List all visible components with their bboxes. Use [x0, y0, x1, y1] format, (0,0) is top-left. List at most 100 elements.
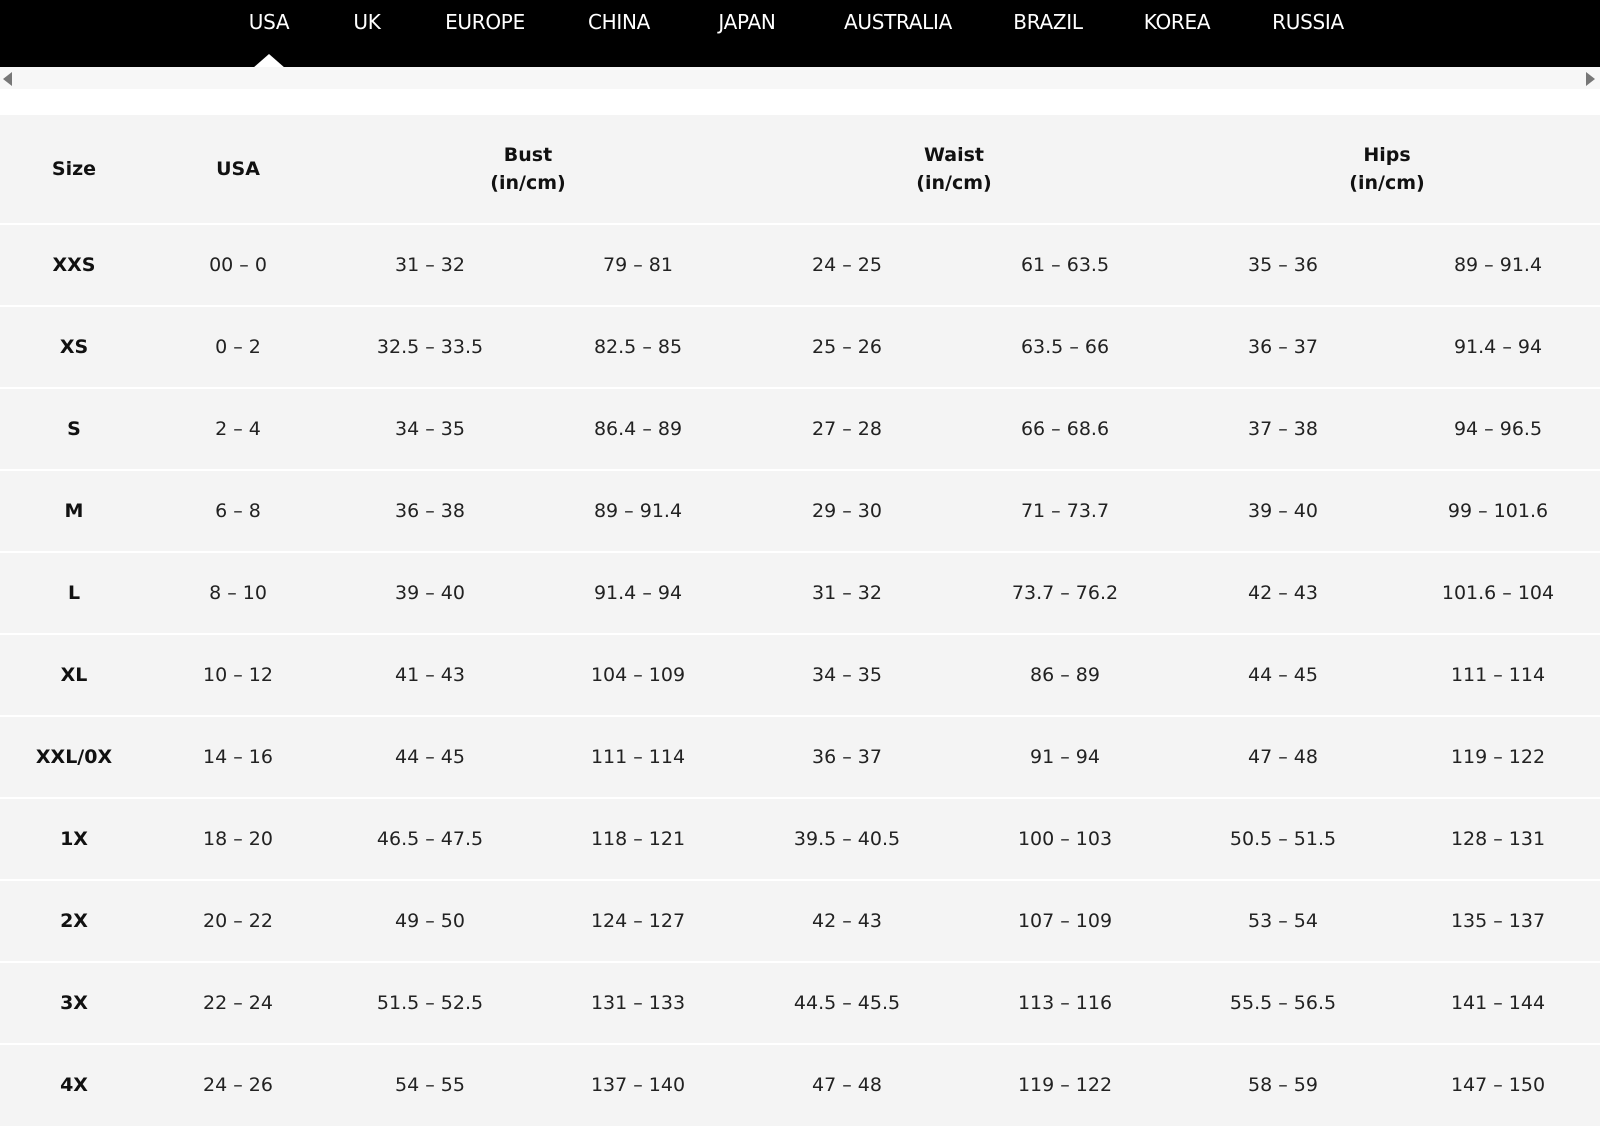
bust-cm-cell: 124 – 127	[590, 910, 686, 932]
waist-in-cell: 42 – 43	[812, 910, 882, 932]
tab-japan[interactable]: JAPAN	[718, 6, 775, 38]
table-row: L 8 – 10 39 – 40 91.4 – 94 31 – 32 73.7 – 76.…	[0, 551, 1600, 633]
waist-cm-cell: 113 – 116	[1017, 992, 1113, 1014]
usa-size-cell: 18 – 20	[203, 828, 273, 850]
tab-australia[interactable]: AUSTRALIA	[844, 6, 952, 38]
table-row: 3X 22 – 24 51.5 – 52.5 131 – 133 44.5 – 45.5…	[0, 961, 1600, 1043]
hips-cm-cell: 141 – 144	[1450, 992, 1546, 1014]
hips-in-cell: 58 – 59	[1248, 1074, 1318, 1096]
bust-cm-cell: 91.4 – 94	[593, 582, 683, 604]
waist-in-cell: 36 – 37	[812, 746, 882, 768]
usa-size-cell: 24 – 26	[203, 1074, 273, 1096]
size-cell: XXL/0X	[35, 746, 113, 768]
bust-in-cell: 32.5 – 33.5	[376, 336, 484, 358]
header-hips-title: Hips	[1363, 144, 1411, 166]
usa-size-cell: 8 – 10	[209, 582, 267, 604]
waist-cm-cell: 91 – 94	[1030, 746, 1100, 768]
waist-cm-cell: 86 – 89	[1030, 664, 1100, 686]
tab-brazil[interactable]: BRAZIL	[1013, 6, 1083, 38]
bust-in-cell: 44 – 45	[395, 746, 465, 768]
hips-cm-cell: 111 – 114	[1450, 664, 1546, 686]
bust-cm-cell: 111 – 114	[590, 746, 686, 768]
hips-in-cell: 39 – 40	[1248, 500, 1318, 522]
hips-cm-cell: 128 – 131	[1450, 828, 1546, 850]
region-tab-bar: USA UK EUROPE CHINA JAPAN AUSTRALIA BRAZ…	[0, 0, 1600, 68]
hips-in-cell: 55.5 – 56.5	[1229, 992, 1337, 1014]
waist-cm-cell: 100 – 103	[1017, 828, 1113, 850]
usa-size-cell: 00 – 0	[209, 254, 267, 276]
hips-in-cell: 42 – 43	[1248, 582, 1318, 604]
tab-china[interactable]: CHINA	[588, 6, 650, 38]
hips-in-cell: 47 – 48	[1248, 746, 1318, 768]
size-chart-table: Size USA Bust (in/cm) Waist (in/cm) Hips…	[0, 115, 1600, 1126]
size-cell: S	[67, 418, 81, 440]
hips-cm-cell: 147 – 150	[1450, 1074, 1546, 1096]
hips-cm-cell: 94 – 96.5	[1453, 418, 1543, 440]
hips-in-cell: 37 – 38	[1248, 418, 1318, 440]
bust-cm-cell: 82.5 – 85	[593, 336, 683, 358]
hips-cm-cell: 91.4 – 94	[1453, 336, 1543, 358]
size-cell: 1X	[60, 828, 88, 850]
bust-cm-cell: 137 – 140	[590, 1074, 686, 1096]
hips-in-cell: 50.5 – 51.5	[1229, 828, 1337, 850]
waist-in-cell: 24 – 25	[812, 254, 882, 276]
scroll-track[interactable]	[0, 67, 1600, 89]
header-bust: Bust (in/cm)	[490, 115, 565, 223]
table-row: XXS 00 – 0 31 – 32 79 – 81 24 – 25 61 – 63.5 3…	[0, 223, 1600, 305]
hips-in-cell: 53 – 54	[1248, 910, 1318, 932]
table-row: XL 10 – 12 41 – 43 104 – 109 34 – 35 86 – 89 4…	[0, 633, 1600, 715]
usa-size-cell: 10 – 12	[203, 664, 273, 686]
bust-in-cell: 46.5 – 47.5	[376, 828, 484, 850]
header-size: Size	[51, 158, 97, 180]
hips-cm-cell: 101.6 – 104	[1441, 582, 1555, 604]
usa-size-cell: 20 – 22	[203, 910, 273, 932]
size-cell: 3X	[60, 992, 88, 1014]
tab-europe[interactable]: EUROPE	[445, 6, 525, 38]
waist-cm-cell: 119 – 122	[1017, 1074, 1113, 1096]
header-hips: Hips (in/cm)	[1349, 115, 1424, 223]
horizontal-scrollbar[interactable]	[0, 67, 1600, 113]
table-row: 1X 18 – 20 46.5 – 47.5 118 – 121 39.5 – 40.5…	[0, 797, 1600, 879]
size-cell: 4X	[60, 1074, 88, 1096]
header-usa: USA	[216, 158, 260, 180]
hips-cm-cell: 135 – 137	[1450, 910, 1546, 932]
bust-in-cell: 51.5 – 52.5	[376, 992, 484, 1014]
usa-size-cell: 14 – 16	[203, 746, 273, 768]
tab-usa[interactable]: USA	[249, 6, 290, 38]
usa-size-cell: 2 – 4	[215, 418, 261, 440]
usa-size-cell: 22 – 24	[203, 992, 273, 1014]
bust-in-cell: 31 – 32	[395, 254, 465, 276]
scroll-left-arrow-icon[interactable]	[3, 72, 12, 86]
usa-size-cell: 6 – 8	[215, 500, 261, 522]
header-bust-unit: (in/cm)	[490, 172, 566, 194]
bust-in-cell: 34 – 35	[395, 418, 465, 440]
size-cell: XXS	[52, 254, 96, 276]
table-row: S 2 – 4 34 – 35 86.4 – 89 27 – 28 66 – 68.6 37…	[0, 387, 1600, 469]
waist-in-cell: 34 – 35	[812, 664, 882, 686]
waist-cm-cell: 107 – 109	[1017, 910, 1113, 932]
hips-cm-cell: 119 – 122	[1450, 746, 1546, 768]
bust-cm-cell: 86.4 – 89	[593, 418, 683, 440]
table-row: XS 0 – 2 32.5 – 33.5 82.5 – 85 25 – 26 63.5 –…	[0, 305, 1600, 387]
bust-in-cell: 41 – 43	[395, 664, 465, 686]
tab-russia[interactable]: RUSSIA	[1272, 6, 1344, 38]
waist-in-cell: 44.5 – 45.5	[793, 992, 901, 1014]
bust-cm-cell: 79 – 81	[603, 254, 673, 276]
size-cell: M	[64, 500, 84, 522]
bust-in-cell: 54 – 55	[395, 1074, 465, 1096]
size-cell: XL	[60, 664, 88, 686]
size-cell: XS	[59, 336, 89, 358]
table-row: XXL/0X 14 – 16 44 – 45 111 – 114 36 – 37 91 –…	[0, 715, 1600, 797]
header-waist-title: Waist	[923, 144, 984, 166]
size-cell: L	[67, 582, 81, 604]
bust-in-cell: 49 – 50	[395, 910, 465, 932]
usa-size-cell: 0 – 2	[215, 336, 261, 358]
table-header-row: Size USA Bust (in/cm) Waist (in/cm) Hips…	[0, 115, 1600, 223]
tab-korea[interactable]: KOREA	[1144, 6, 1211, 38]
header-waist: Waist (in/cm)	[916, 115, 991, 223]
waist-in-cell: 27 – 28	[812, 418, 882, 440]
scroll-right-arrow-icon[interactable]	[1586, 72, 1595, 86]
header-bust-title: Bust	[503, 144, 553, 166]
tab-uk[interactable]: UK	[353, 6, 380, 38]
size-cell: 2X	[60, 910, 88, 932]
